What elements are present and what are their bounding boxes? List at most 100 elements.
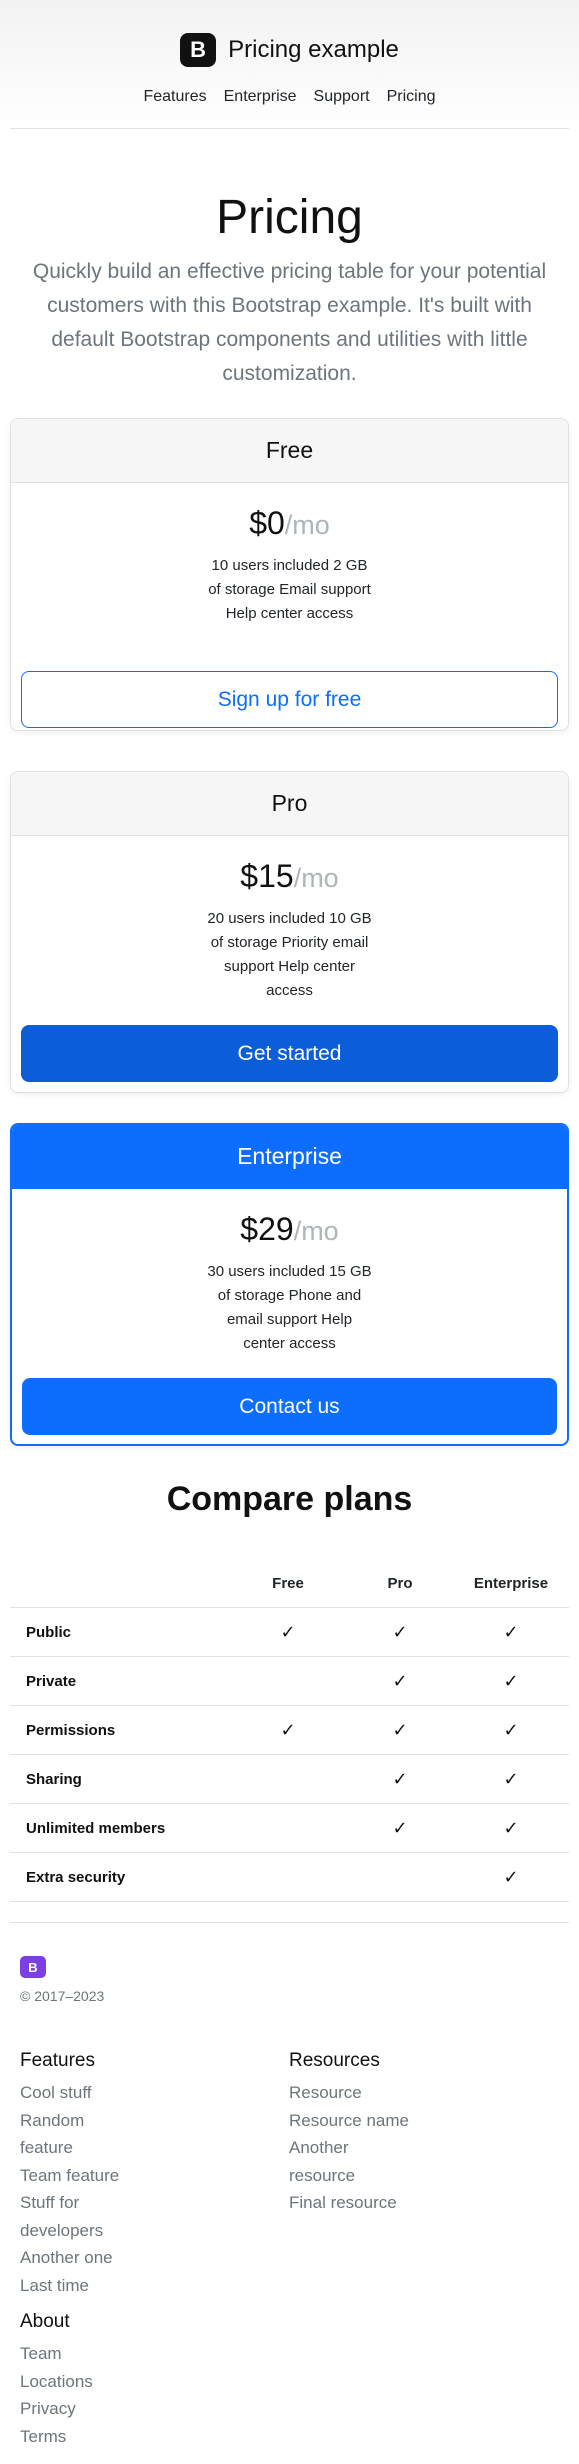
sign-up-button[interactable]: Sign up for free <box>21 671 558 728</box>
check-icon: ✓ <box>392 1768 408 1789</box>
price-period: /mo <box>293 1216 339 1246</box>
footer-logo-icon[interactable]: B <box>20 1956 46 1978</box>
column-header-pro: Pro <box>387 1575 413 1592</box>
get-started-button[interactable]: Get started <box>21 1025 558 1082</box>
compare-title: Compare plans <box>166 1480 413 1518</box>
row-label: Private <box>26 1672 77 1690</box>
brand-name: Pricing example <box>228 36 399 63</box>
cell-pro: ✓ <box>360 1755 440 1803</box>
row-label: Permissions <box>26 1721 116 1739</box>
footer-link[interactable]: Stuff for developers <box>20 2189 130 2244</box>
card-header: Enterprise <box>12 1125 567 1189</box>
pricing-card-pro: Pro $15/mo 20 users included 10 GB of st… <box>10 771 569 1093</box>
check-icon: ✓ <box>503 1817 519 1838</box>
plan-price: $29/mo <box>12 1211 567 1248</box>
footer-divider <box>10 1922 569 1923</box>
nav-link-features[interactable]: Features <box>143 88 206 106</box>
check-icon: ✓ <box>392 1670 408 1691</box>
table-header-row: Free Pro Enterprise <box>10 1560 569 1608</box>
price-period: /mo <box>284 510 330 540</box>
cell-free: ✓ <box>248 1608 328 1656</box>
footer-heading: Resources <box>289 2050 380 2071</box>
footer-link[interactable]: Final resource <box>289 2189 539 2217</box>
nav-link-pricing[interactable]: Pricing <box>387 88 436 106</box>
card-header: Free <box>11 419 568 483</box>
cell-free <box>248 1657 328 1705</box>
cell-pro: ✓ <box>360 1608 440 1656</box>
row-label: Unlimited members <box>26 1819 166 1837</box>
cell-enterprise: ✓ <box>471 1853 551 1901</box>
plan-price: $15/mo <box>11 858 568 895</box>
cell-free <box>248 1755 328 1803</box>
table-row: Permissions ✓ ✓ ✓ <box>10 1706 569 1755</box>
table-row: Sharing ✓ ✓ <box>10 1755 569 1804</box>
check-icon: ✓ <box>503 1621 519 1642</box>
footer-link[interactable]: Cool stuff <box>20 2079 270 2107</box>
footer-link[interactable]: Locations <box>20 2368 270 2396</box>
copyright: © 2017–2023 <box>20 1988 105 2004</box>
footer-col-about: About Team Locations Privacy Terms <box>20 2308 270 2450</box>
footer-link[interactable]: Resource name <box>289 2107 539 2135</box>
cell-pro: ✓ <box>360 1706 440 1754</box>
table-body: Public ✓ ✓ ✓ Private ✓ ✓ Permissions ✓ ✓ ✓ Sharing ✓… <box>10 1608 569 1902</box>
footer-col-resources: Resources Resource Resource name Another… <box>289 2047 539 2217</box>
nav-link-support[interactable]: Support <box>314 88 370 106</box>
plan-features: 20 users included 10 GB of storage Prior… <box>207 910 372 999</box>
column-header-enterprise: Enterprise <box>473 1575 549 1592</box>
check-icon: ✓ <box>503 1719 519 1740</box>
bootstrap-logo-icon: B <box>180 33 217 67</box>
page-lead: Quickly build an effective pricing table… <box>32 260 547 385</box>
pricing-card-free: Free $0/mo 10 users included 2 GB of sto… <box>10 418 569 731</box>
table-row: Private ✓ ✓ <box>10 1657 569 1706</box>
pricing-card-enterprise: Enterprise $29/mo 30 users included 15 G… <box>10 1123 569 1446</box>
cell-enterprise: ✓ <box>471 1608 551 1656</box>
cell-free: ✓ <box>248 1706 328 1754</box>
check-icon: ✓ <box>280 1719 296 1740</box>
cell-enterprise: ✓ <box>471 1657 551 1705</box>
check-icon: ✓ <box>392 1817 408 1838</box>
cell-enterprise: ✓ <box>471 1755 551 1803</box>
check-icon: ✓ <box>280 1621 296 1642</box>
price-amount: $15 <box>240 858 294 894</box>
column-header-free: Free <box>272 1575 304 1592</box>
footer-link[interactable]: Another one <box>20 2244 270 2272</box>
header-divider <box>10 128 569 129</box>
footer-link[interactable]: Team <box>20 2340 270 2368</box>
row-label: Sharing <box>26 1770 82 1788</box>
page-title: Pricing <box>216 191 363 244</box>
contact-us-button[interactable]: Contact us <box>22 1378 557 1435</box>
table-row: Public ✓ ✓ ✓ <box>10 1608 569 1657</box>
footer-heading: Features <box>20 2050 95 2071</box>
plan-features: 10 users included 2 GB of storage Email … <box>208 557 371 622</box>
cell-pro <box>360 1853 440 1901</box>
price-amount: $0 <box>249 505 285 541</box>
cell-free <box>248 1853 328 1901</box>
cell-enterprise: ✓ <box>471 1706 551 1754</box>
check-icon: ✓ <box>503 1768 519 1789</box>
footer-link[interactable]: Another resource <box>289 2134 399 2189</box>
cell-pro: ✓ <box>360 1657 440 1705</box>
footer-col-features: Features Cool stuff Random feature Team … <box>20 2047 270 2299</box>
card-header: Pro <box>11 772 568 836</box>
nav-link-enterprise[interactable]: Enterprise <box>224 88 297 106</box>
plan-price: $0/mo <box>11 505 568 542</box>
cell-enterprise: ✓ <box>471 1804 551 1852</box>
footer-link[interactable]: Resource <box>289 2079 539 2107</box>
table-row: Extra security ✓ <box>10 1853 569 1902</box>
price-period: /mo <box>293 863 339 893</box>
footer-link[interactable]: Privacy <box>20 2395 270 2423</box>
site-header: B Pricing example Features Enterprise Su… <box>0 0 579 130</box>
footer-heading: About <box>20 2311 70 2332</box>
cell-pro: ✓ <box>360 1804 440 1852</box>
footer-link[interactable]: Random feature <box>20 2107 130 2162</box>
plan-features: 30 users included 15 GB of storage Phone… <box>207 1263 372 1352</box>
check-icon: ✓ <box>392 1621 408 1642</box>
footer-link[interactable]: Team feature <box>20 2162 270 2190</box>
brand[interactable]: B Pricing example <box>0 33 579 67</box>
table-row: Unlimited members ✓ ✓ <box>10 1804 569 1853</box>
footer-link[interactable]: Last time <box>20 2272 270 2300</box>
compare-table: Free Pro Enterprise Public ✓ ✓ ✓ Private ✓ ✓ Pe… <box>10 1560 569 1902</box>
check-icon: ✓ <box>503 1670 519 1691</box>
footer-link[interactable]: Terms <box>20 2423 270 2451</box>
main-nav: Features Enterprise Support Pricing <box>0 88 579 106</box>
